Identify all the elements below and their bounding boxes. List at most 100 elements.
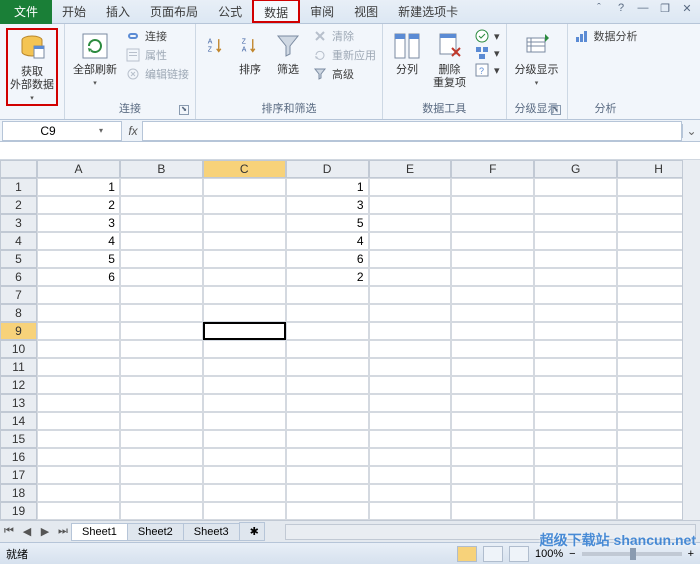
row-header-11[interactable]: 11 bbox=[0, 358, 37, 376]
cell-B3[interactable] bbox=[120, 214, 203, 232]
cell-C19[interactable] bbox=[203, 502, 286, 520]
cell-D13[interactable] bbox=[286, 394, 369, 412]
cell-C11[interactable] bbox=[203, 358, 286, 376]
sheet-tab-3[interactable]: Sheet3 bbox=[183, 523, 240, 541]
cell-A18[interactable] bbox=[37, 484, 120, 502]
cell-A16[interactable] bbox=[37, 448, 120, 466]
cell-A1[interactable]: 1 bbox=[37, 178, 120, 196]
cell-E1[interactable] bbox=[369, 178, 452, 196]
sheet-tab-new[interactable]: ✱ bbox=[239, 522, 265, 541]
cell-B1[interactable] bbox=[120, 178, 203, 196]
minimize-ribbon-icon[interactable]: ˆ bbox=[592, 2, 606, 16]
cell-G9[interactable] bbox=[534, 322, 617, 340]
dialog-launcher-icon[interactable]: ⬊ bbox=[179, 105, 189, 115]
tab-new-tab[interactable]: 新建选项卡 bbox=[388, 0, 468, 24]
cell-F15[interactable] bbox=[451, 430, 534, 448]
cell-E8[interactable] bbox=[369, 304, 452, 322]
cell-A13[interactable] bbox=[37, 394, 120, 412]
col-header-E[interactable]: E bbox=[369, 160, 452, 178]
cell-C10[interactable] bbox=[203, 340, 286, 358]
cell-B15[interactable] bbox=[120, 430, 203, 448]
cell-C14[interactable] bbox=[203, 412, 286, 430]
name-box[interactable]: ▾ bbox=[2, 121, 122, 141]
sheet-tab-2[interactable]: Sheet2 bbox=[127, 523, 184, 541]
cell-B13[interactable] bbox=[120, 394, 203, 412]
cell-G17[interactable] bbox=[534, 466, 617, 484]
cell-C3[interactable] bbox=[203, 214, 286, 232]
cell-E6[interactable] bbox=[369, 268, 452, 286]
cell-F9[interactable] bbox=[451, 322, 534, 340]
cell-B14[interactable] bbox=[120, 412, 203, 430]
tab-file[interactable]: 文件 bbox=[0, 0, 52, 24]
tab-insert[interactable]: 插入 bbox=[96, 0, 140, 24]
tab-data[interactable]: 数据 bbox=[252, 0, 300, 23]
outline-button[interactable]: 分级显示 ▾ bbox=[513, 28, 561, 89]
cell-E15[interactable] bbox=[369, 430, 452, 448]
cell-G10[interactable] bbox=[534, 340, 617, 358]
cell-C17[interactable] bbox=[203, 466, 286, 484]
tab-view[interactable]: 视图 bbox=[344, 0, 388, 24]
cell-E3[interactable] bbox=[369, 214, 452, 232]
cell-A19[interactable] bbox=[37, 502, 120, 520]
cell-E11[interactable] bbox=[369, 358, 452, 376]
cell-A8[interactable] bbox=[37, 304, 120, 322]
cell-A15[interactable] bbox=[37, 430, 120, 448]
cell-E10[interactable] bbox=[369, 340, 452, 358]
cell-E7[interactable] bbox=[369, 286, 452, 304]
cell-G13[interactable] bbox=[534, 394, 617, 412]
help-icon[interactable]: ? bbox=[614, 2, 628, 16]
window-minimize-icon[interactable]: — bbox=[636, 2, 650, 16]
row-header-4[interactable]: 4 bbox=[0, 232, 37, 250]
col-header-B[interactable]: B bbox=[120, 160, 203, 178]
cell-E17[interactable] bbox=[369, 466, 452, 484]
col-header-D[interactable]: D bbox=[286, 160, 369, 178]
row-header-9[interactable]: 9 bbox=[0, 322, 37, 340]
data-analysis-button[interactable]: 数据分析 bbox=[574, 28, 638, 44]
view-page-layout-button[interactable] bbox=[483, 546, 503, 562]
col-header-F[interactable]: F bbox=[451, 160, 534, 178]
row-header-14[interactable]: 14 bbox=[0, 412, 37, 430]
row-header-8[interactable]: 8 bbox=[0, 304, 37, 322]
cell-A10[interactable] bbox=[37, 340, 120, 358]
cell-A6[interactable]: 6 bbox=[37, 268, 120, 286]
cell-B9[interactable] bbox=[120, 322, 203, 340]
cell-D8[interactable] bbox=[286, 304, 369, 322]
row-header-2[interactable]: 2 bbox=[0, 196, 37, 214]
cell-C2[interactable] bbox=[203, 196, 286, 214]
cell-C16[interactable] bbox=[203, 448, 286, 466]
cell-D19[interactable] bbox=[286, 502, 369, 520]
cell-C9[interactable] bbox=[203, 322, 286, 340]
row-header-16[interactable]: 16 bbox=[0, 448, 37, 466]
cell-A3[interactable]: 3 bbox=[37, 214, 120, 232]
col-header-G[interactable]: G bbox=[534, 160, 617, 178]
cell-D2[interactable]: 3 bbox=[286, 196, 369, 214]
cell-G14[interactable] bbox=[534, 412, 617, 430]
cell-D4[interactable]: 4 bbox=[286, 232, 369, 250]
row-header-15[interactable]: 15 bbox=[0, 430, 37, 448]
view-normal-button[interactable] bbox=[457, 546, 477, 562]
row-header-12[interactable]: 12 bbox=[0, 376, 37, 394]
cell-G4[interactable] bbox=[534, 232, 617, 250]
cell-C12[interactable] bbox=[203, 376, 286, 394]
row-header-17[interactable]: 17 bbox=[0, 466, 37, 484]
sheet-nav-first-icon[interactable]: ⏮ bbox=[0, 525, 18, 538]
formula-bar-expand-icon[interactable]: ⌄ bbox=[682, 124, 700, 138]
cell-A12[interactable] bbox=[37, 376, 120, 394]
tab-formulas[interactable]: 公式 bbox=[208, 0, 252, 24]
cell-E2[interactable] bbox=[369, 196, 452, 214]
sheet-tab-1[interactable]: Sheet1 bbox=[71, 523, 128, 541]
cell-A5[interactable]: 5 bbox=[37, 250, 120, 268]
zoom-slider[interactable] bbox=[582, 552, 682, 556]
connections-button[interactable]: 连接 bbox=[125, 28, 189, 44]
cell-C5[interactable] bbox=[203, 250, 286, 268]
window-close-icon[interactable]: ✕ bbox=[680, 2, 694, 16]
cell-A4[interactable]: 4 bbox=[37, 232, 120, 250]
window-restore-icon[interactable]: ❐ bbox=[658, 2, 672, 16]
vertical-scrollbar[interactable] bbox=[682, 160, 700, 520]
cell-B5[interactable] bbox=[120, 250, 203, 268]
sort-desc-button[interactable]: ZA 排序 bbox=[236, 28, 264, 79]
name-box-dropdown-icon[interactable]: ▾ bbox=[93, 126, 109, 135]
cell-D14[interactable] bbox=[286, 412, 369, 430]
cell-D16[interactable] bbox=[286, 448, 369, 466]
cell-F12[interactable] bbox=[451, 376, 534, 394]
